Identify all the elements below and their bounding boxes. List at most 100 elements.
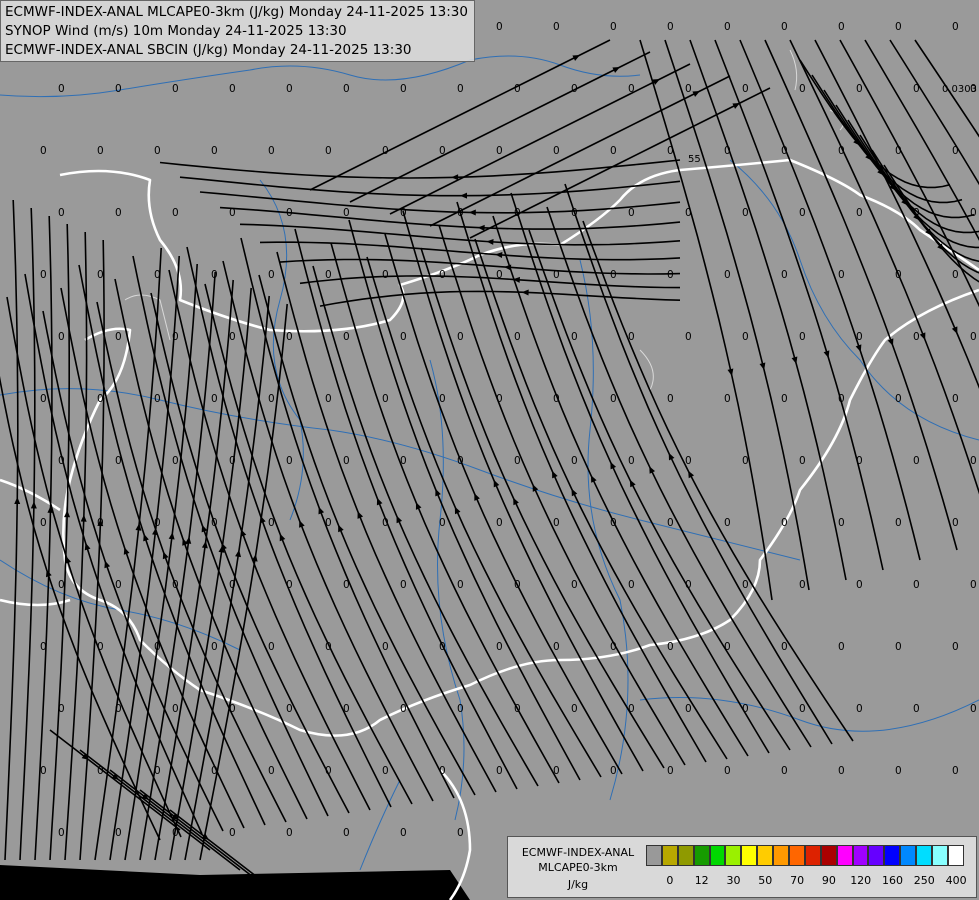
- sbcin-zero-label: 0: [40, 517, 47, 529]
- sbcin-zero-label: 0: [856, 331, 863, 343]
- legend-unit: J/kg: [567, 878, 589, 891]
- header-line-mlcape: ECMWF-INDEX-ANAL MLCAPE0-3km (J/kg) Mond…: [5, 4, 468, 20]
- sbcin-zero-label: 0: [724, 641, 731, 653]
- legend-ticks: 0 12 30 50 70 90 120 160 250 400: [646, 874, 976, 890]
- legend-swatch: [916, 845, 933, 866]
- sbcin-zero-label: 0: [610, 765, 617, 777]
- legend-tick-label: 120: [850, 874, 872, 887]
- legend-tick-label: 400: [945, 874, 967, 887]
- sbcin-zero-label: 0: [382, 517, 389, 529]
- sbcin-zero-label: 0: [742, 703, 749, 715]
- sbcin-zero-label: 0: [286, 703, 293, 715]
- sbcin-zero-label: 0: [211, 269, 218, 281]
- sbcin-zero-label: 0: [496, 21, 503, 33]
- sbcin-zero-label: 0: [229, 207, 236, 219]
- sbcin-zero-label: 0: [610, 641, 617, 653]
- sbcin-zero-label: 0: [952, 145, 959, 157]
- sbcin-zero-label: 0: [685, 331, 692, 343]
- sbcin-zero-label: 0: [496, 393, 503, 405]
- sbcin-zero-label: 0: [325, 517, 332, 529]
- sbcin-zero-label: 0: [286, 83, 293, 95]
- legend-tick-label: 70: [790, 874, 805, 887]
- sbcin-zero-label: 0: [724, 269, 731, 281]
- sbcin-zero-label: 0: [628, 455, 635, 467]
- sbcin-zero-label: 0: [382, 641, 389, 653]
- sbcin-zero-label: 0: [571, 331, 578, 343]
- sbcin-zero-label: 0: [514, 703, 521, 715]
- legend-swatch: [852, 845, 869, 866]
- sbcin-zero-label: 0: [742, 207, 749, 219]
- sbcin-zero-label: 0: [553, 641, 560, 653]
- sbcin-zero-label: 0: [268, 641, 275, 653]
- sbcin-zero-label: 0: [229, 331, 236, 343]
- legend-swatch: [789, 845, 805, 866]
- sbcin-zero-label: 0: [229, 579, 236, 591]
- sbcin-zero-label: 0: [913, 83, 920, 95]
- sbcin-zero-label: 0: [325, 765, 332, 777]
- sbcin-zero-label: 0: [382, 765, 389, 777]
- sbcin-zero-label: 0: [514, 455, 521, 467]
- sbcin-zero-label: 0: [97, 517, 104, 529]
- sbcin-zero-label: 0: [211, 765, 218, 777]
- sbcin-zero-label: 0: [514, 579, 521, 591]
- sbcin-zero-label: 0: [952, 269, 959, 281]
- sbcin-zero-label: 0: [115, 827, 122, 839]
- map-header: ECMWF-INDEX-ANAL MLCAPE0-3km (J/kg) Mond…: [0, 0, 475, 62]
- legend-swatch: [804, 845, 821, 866]
- sbcin-zero-label: 0: [343, 703, 350, 715]
- sbcin-zero-label: 0: [58, 455, 65, 467]
- sbcin-zero-label: 0: [496, 765, 503, 777]
- sbcin-zero-label: 0: [268, 765, 275, 777]
- sbcin-zero-label: 0: [724, 517, 731, 529]
- sbcin-zero-label: 0: [895, 765, 902, 777]
- sbcin-zero-label: 0: [970, 703, 977, 715]
- sbcin-zero-label: 0: [154, 765, 161, 777]
- sbcin-zero-label: 0: [781, 517, 788, 529]
- sbcin-zero-label: 0: [553, 269, 560, 281]
- legend-swatch: [646, 845, 662, 866]
- sbcin-zero-label: 0: [400, 207, 407, 219]
- sbcin-zero-label: 0: [553, 145, 560, 157]
- sbcin-zero-label: 0: [838, 765, 845, 777]
- legend-title-line2: MLCAPE0-3km: [538, 861, 618, 874]
- legend-swatch: [947, 845, 964, 866]
- legend-tick-label: 30: [726, 874, 741, 887]
- sbcin-zero-label: 0: [553, 393, 560, 405]
- legend-tick-label: 160: [882, 874, 903, 887]
- sbcin-zero-label: 0: [724, 21, 731, 33]
- legend-swatch: [884, 845, 901, 866]
- sbcin-zero-label: 0: [742, 579, 749, 591]
- sbcin-zero-label: 0: [913, 455, 920, 467]
- sbcin-zero-label: 0: [400, 827, 407, 839]
- header-line-sbcin: ECMWF-INDEX-ANAL SBCIN (J/kg) Monday 24-…: [5, 42, 412, 58]
- sbcin-zero-label: 0: [781, 393, 788, 405]
- sbcin-zero-label: 0: [115, 331, 122, 343]
- sbcin-zero-label: 0: [724, 765, 731, 777]
- legend-swatch: [757, 845, 774, 866]
- sbcin-zero-label: 0: [211, 145, 218, 157]
- value-label-55: 55: [688, 154, 701, 165]
- sbcin-zero-label: 0: [58, 827, 65, 839]
- legend-swatch: [677, 845, 694, 866]
- sbcin-zero-label: 0: [895, 269, 902, 281]
- sbcin-zero-label: 0: [856, 703, 863, 715]
- sbcin-zero-label: 0: [685, 83, 692, 95]
- sbcin-zero-label: 0: [799, 703, 806, 715]
- sbcin-zero-label: 0: [400, 331, 407, 343]
- sbcin-zero-label: 0: [913, 703, 920, 715]
- sbcin-zero-label: 0: [496, 269, 503, 281]
- sbcin-zero-label: 0: [40, 269, 47, 281]
- sbcin-zero-label: 0: [211, 641, 218, 653]
- sbcin-zero-label: 0: [685, 579, 692, 591]
- sbcin-zero-label: 0: [571, 703, 578, 715]
- weather-map[interactable]: 0 0 0 0 0 0 0 0 0 0 0 0 0 0 0 0 0 0 0 0 0 0 0 0 0 0 0 0 0 0 0 0 0 0 0 0 0 0 0 0…: [0, 0, 979, 900]
- sbcin-zero-label: 0: [97, 269, 104, 281]
- sbcin-zero-label: 0: [838, 393, 845, 405]
- sbcin-zero-label: 0: [724, 145, 731, 157]
- sbcin-zero-label: 0: [742, 83, 749, 95]
- sbcin-zero-label: 0: [115, 579, 122, 591]
- sbcin-zero-label: 0: [952, 517, 959, 529]
- sbcin-zero-label: 0: [667, 21, 674, 33]
- sbcin-zero-label: 0: [781, 269, 788, 281]
- sbcin-zero-label: 0: [913, 207, 920, 219]
